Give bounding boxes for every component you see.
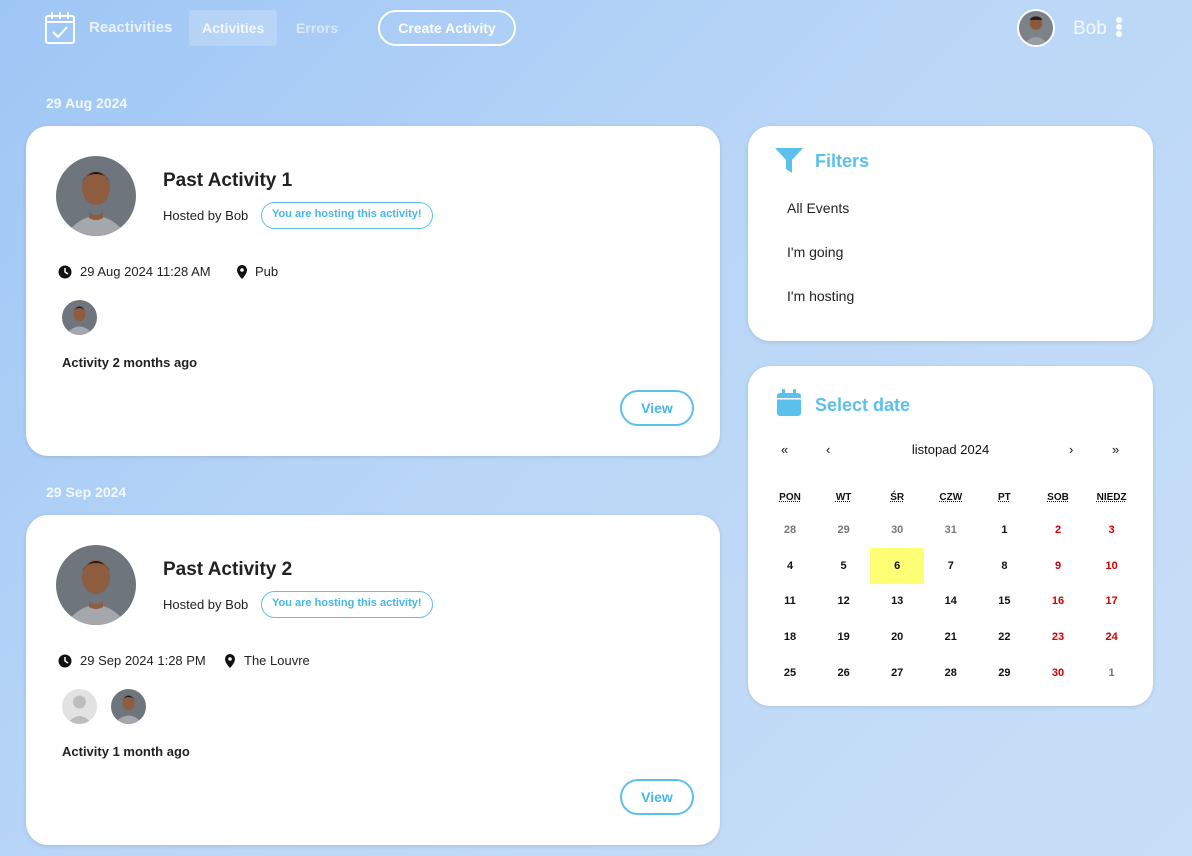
activity-ago: Activity 1 month ago	[62, 744, 190, 759]
calendar-day[interactable]: 25	[763, 655, 817, 691]
hosting-badge: You are hosting this activity!	[261, 202, 433, 229]
calendar-day[interactable]: 1	[1085, 655, 1139, 691]
filters-title: Filters	[815, 151, 870, 171]
calendar-check-icon[interactable]	[44, 11, 76, 45]
activity-title[interactable]: Past Activity 1	[163, 170, 292, 192]
calendar-weekday: ŚR	[890, 492, 905, 503]
map-marker-icon	[225, 654, 235, 668]
calendar-day[interactable]: 28	[924, 655, 978, 691]
calendar-next-month[interactable]: ›	[1069, 442, 1073, 457]
calendar-day[interactable]: 22	[977, 619, 1031, 655]
activity-datetime: 29 Sep 2024 1:28 PM	[80, 653, 206, 668]
calendar-day[interactable]: 13	[870, 583, 924, 619]
calendar-day[interactable]: 29	[817, 512, 871, 548]
activity-card: Past Activity 1 Hosted by Bob You are ho…	[26, 126, 720, 456]
calendar-day[interactable]: 26	[817, 655, 871, 691]
host-avatar[interactable]	[56, 545, 136, 625]
clock-icon	[58, 654, 72, 668]
hosted-by-text: Hosted by Bob	[163, 597, 249, 612]
calendar-day[interactable]: 21	[924, 619, 978, 655]
date-group-header: 29 Sep 2024	[46, 484, 127, 500]
calendar-day[interactable]: 2	[1031, 512, 1085, 548]
calendar-weekday: NIEDZ	[1096, 492, 1127, 503]
calendar-day[interactable]: 8	[977, 548, 1031, 584]
activity-datetime: 29 Aug 2024 11:28 AM	[80, 264, 211, 279]
calendar-day[interactable]: 16	[1031, 583, 1085, 619]
hosting-badge: You are hosting this activity!	[261, 591, 433, 618]
activity-venue: The Louvre	[244, 653, 310, 668]
filter-im-going[interactable]: I'm going	[787, 244, 843, 260]
calendar-day[interactable]: 20	[870, 619, 924, 655]
calendar-day[interactable]: 9	[1031, 548, 1085, 584]
calendar-day[interactable]: 4	[763, 548, 817, 584]
view-button[interactable]: View	[620, 390, 694, 426]
user-avatar[interactable]	[1017, 9, 1055, 47]
user-name[interactable]: Bob	[1073, 18, 1107, 40]
calendar-month-label[interactable]: listopad 2024	[748, 442, 1153, 457]
calendar-day[interactable]: 27	[870, 655, 924, 691]
calendar-next-year[interactable]: »	[1112, 442, 1119, 457]
clock-icon	[58, 265, 72, 279]
calendar-day[interactable]: 7	[924, 548, 978, 584]
calendar-day[interactable]: 3	[1085, 512, 1139, 548]
calendar-weekday: WT	[835, 492, 852, 503]
activity-title[interactable]: Past Activity 2	[163, 559, 292, 581]
calendar-day[interactable]: 11	[763, 583, 817, 619]
calendar-day[interactable]: 31	[924, 512, 978, 548]
nav-activities[interactable]: Activities	[189, 10, 278, 46]
calendar-weekday: SOB	[1047, 492, 1069, 503]
activity-ago: Activity 2 months ago	[62, 355, 198, 370]
calendar-day[interactable]: 30	[1031, 655, 1085, 691]
calendar-day[interactable]: 5	[817, 548, 871, 584]
calendar-day[interactable]: 17	[1085, 583, 1139, 619]
calendar-weekday: PON	[779, 492, 801, 503]
calendar-weekday: PT	[998, 492, 1011, 503]
calendar-weekday: CZW	[939, 492, 963, 503]
filters-panel: Filters All Events I'm going I'm hosting	[748, 126, 1153, 341]
create-activity-button[interactable]: Create Activity	[378, 10, 516, 46]
calendar-icon	[777, 389, 801, 416]
nav-errors[interactable]: Errors	[283, 10, 351, 46]
calendar-day[interactable]: 10	[1085, 548, 1139, 584]
calendar-panel: Select date « ‹ listopad 2024 › » PON WT Ś…	[748, 366, 1153, 706]
calendar-day[interactable]: 14	[924, 583, 978, 619]
navbar: Reactivities Activities Errors Create Ac…	[0, 0, 1192, 56]
calendar-day[interactable]: 28	[763, 512, 817, 548]
calendar-day[interactable]: 6	[870, 547, 925, 584]
calendar-day[interactable]: 18	[763, 619, 817, 655]
calendar-title: Select date	[815, 395, 911, 415]
brand-name[interactable]: Reactivities	[89, 19, 172, 36]
calendar-day[interactable]: 1	[977, 512, 1031, 548]
calendar-day[interactable]: 30	[870, 512, 924, 548]
attendee-avatar[interactable]	[111, 689, 146, 724]
calendar-day[interactable]: 12	[817, 583, 871, 619]
filter-all-events[interactable]: All Events	[787, 200, 849, 216]
calendar-day[interactable]: 23	[1031, 619, 1085, 655]
activity-venue: Pub	[255, 264, 279, 279]
host-avatar[interactable]	[56, 156, 136, 236]
calendar-day[interactable]: 15	[977, 583, 1031, 619]
calendar-day[interactable]: 24	[1085, 619, 1139, 655]
hosted-by-text: Hosted by Bob	[163, 208, 249, 223]
view-button[interactable]: View	[620, 779, 694, 815]
date-group-header: 29 Aug 2024	[46, 95, 128, 111]
calendar-day[interactable]: 19	[817, 619, 871, 655]
attendee-avatar-placeholder[interactable]	[62, 689, 97, 724]
filter-im-hosting[interactable]: I'm hosting	[787, 288, 854, 304]
attendee-avatar[interactable]	[62, 300, 97, 335]
activity-card: Past Activity 2 Hosted by Bob You are ho…	[26, 515, 720, 845]
map-marker-icon	[237, 265, 247, 279]
calendar-day[interactable]: 29	[977, 655, 1031, 691]
filter-icon	[775, 148, 803, 173]
user-menu-icon[interactable]	[1115, 17, 1123, 39]
